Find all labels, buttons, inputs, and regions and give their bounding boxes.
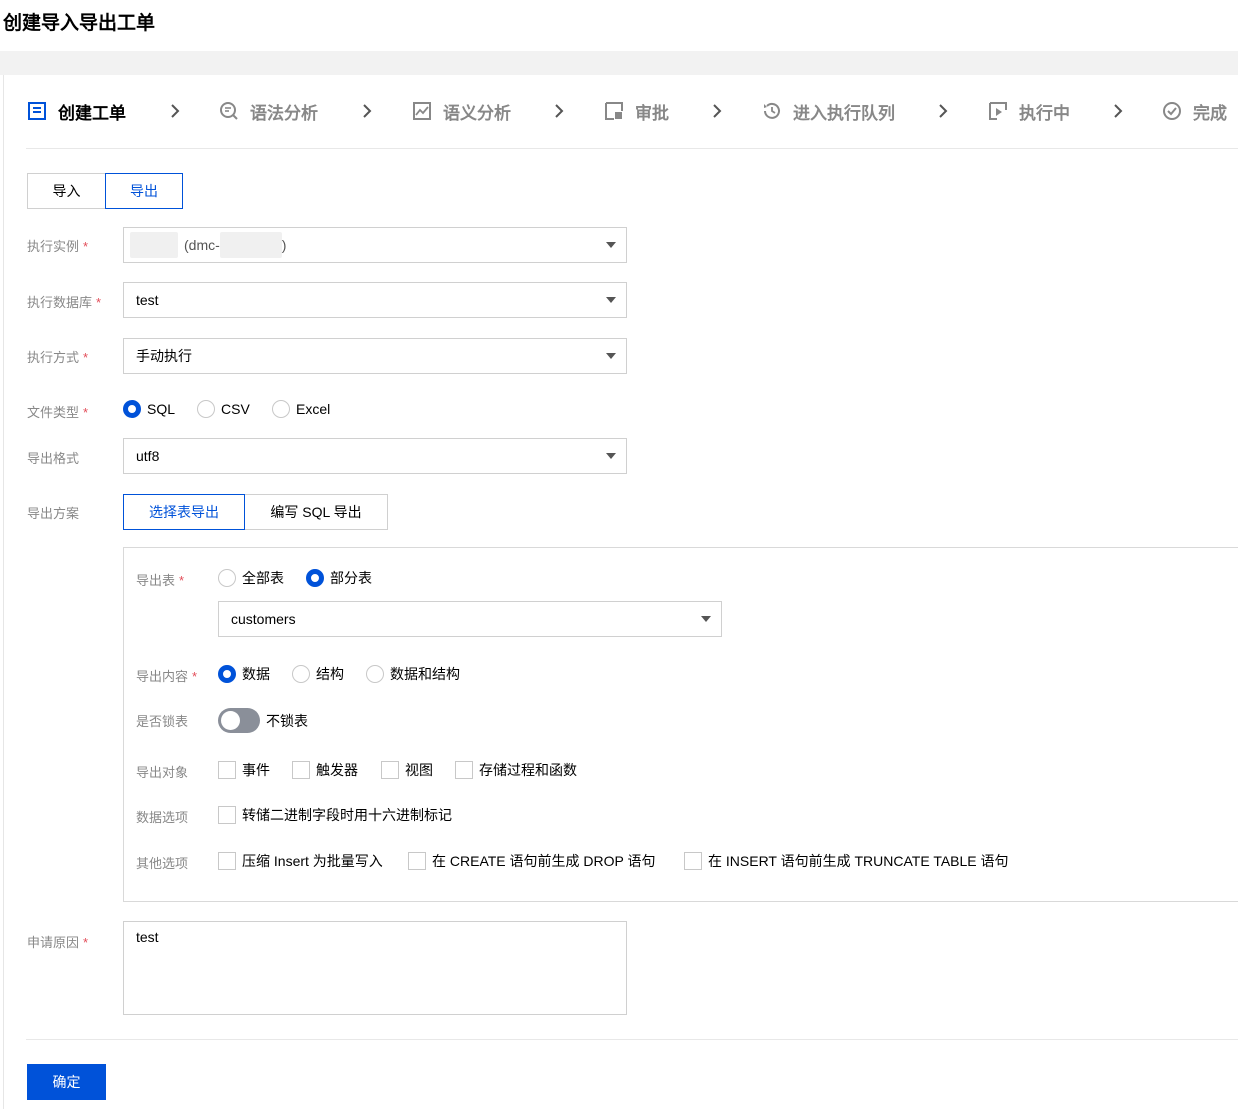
radio-content-structure[interactable]: 结构 (292, 664, 344, 684)
reason-textarea[interactable]: test (123, 921, 627, 1015)
check-circle-icon (1163, 102, 1181, 120)
chevron-right-icon (363, 104, 372, 118)
table-select[interactable]: customers (218, 601, 722, 637)
chevron-right-icon (939, 104, 948, 118)
export-objects-label: 导出对象 (136, 765, 189, 780)
database-label: 执行数据库 * (27, 295, 102, 310)
export-content-label: 导出内容 * (136, 669, 198, 684)
steps-divider (26, 148, 1238, 149)
step-label: 创建工单 (58, 103, 126, 123)
instance-label: 执行实例 * (27, 239, 89, 254)
radio-partial-tables[interactable]: 部分表 (306, 568, 372, 588)
chevron-down-icon (606, 453, 616, 459)
exec-mode-value: 手动执行 (136, 348, 192, 364)
radio-excel[interactable]: Excel (272, 400, 330, 418)
export-format-label: 导出格式 (27, 451, 80, 466)
step-semantic-analysis: 语义分析 (411, 96, 511, 126)
chevron-right-icon (171, 104, 180, 118)
form-icon (28, 102, 46, 120)
step-label: 审批 (635, 103, 669, 123)
chevron-right-icon (713, 104, 722, 118)
chevron-down-icon (606, 297, 616, 303)
steps-bar: 创建工单 语法分析 语义分析 审批 进入执行队列 执行中 完成 (26, 96, 1238, 126)
step-label: 语义分析 (443, 103, 511, 123)
step-executing: 执行中 (987, 96, 1070, 126)
checkbox-views[interactable]: 视图 (381, 760, 433, 780)
approval-icon (605, 102, 623, 120)
radio-sql[interactable]: SQL (123, 400, 175, 418)
play-box-icon (989, 102, 1007, 120)
export-format-value: utf8 (136, 448, 160, 464)
radio-all-tables[interactable]: 全部表 (218, 568, 284, 588)
checkbox-triggers[interactable]: 触发器 (292, 760, 358, 780)
data-options-label: 数据选项 (136, 810, 189, 825)
checkbox-drop-before-create[interactable]: 在 CREATE 语句前生成 DROP 语句 (408, 851, 656, 871)
chevron-right-icon (1114, 104, 1123, 118)
redacted-text (219, 232, 282, 258)
database-value: test (136, 292, 159, 308)
exec-mode-label: 执行方式 * (27, 350, 89, 365)
radio-content-data[interactable]: 数据 (218, 664, 270, 684)
radio-csv[interactable]: CSV (197, 400, 250, 418)
footer-divider (26, 1039, 1238, 1040)
export-format-select[interactable]: utf8 (123, 438, 627, 474)
chevron-right-icon (555, 104, 564, 118)
instance-select[interactable]: (dmc- ) (123, 227, 627, 263)
lock-table-toggle[interactable] (218, 708, 260, 733)
chevron-down-icon (701, 616, 711, 622)
step-create-ticket: 创建工单 (26, 96, 126, 126)
header-divider-band (0, 51, 1238, 75)
export-tables-label: 导出表 * (136, 573, 185, 588)
radio-content-data-and-structure[interactable]: 数据和结构 (366, 664, 460, 684)
page-title: 创建导入导出工单 (3, 13, 156, 34)
redacted-text (130, 232, 178, 258)
instance-value-prefix: (dmc- (184, 237, 220, 253)
table-select-value: customers (231, 611, 296, 627)
step-approval: 审批 (603, 96, 669, 126)
checkbox-batch-insert[interactable]: 压缩 Insert 为批量写入 (218, 851, 383, 871)
checkbox-truncate-before-insert[interactable]: 在 INSERT 语句前生成 TRUNCATE TABLE 语句 (684, 851, 1009, 871)
instance-value-suffix: ) (281, 237, 287, 253)
tab-export[interactable]: 导出 (105, 173, 183, 209)
checkbox-procedures-functions[interactable]: 存储过程和函数 (455, 760, 577, 780)
step-label: 执行中 (1019, 103, 1070, 123)
chevron-down-icon (606, 353, 616, 359)
reason-label: 申请原因 * (27, 935, 89, 950)
tab-select-table-export[interactable]: 选择表导出 (123, 494, 245, 530)
history-icon (764, 102, 780, 119)
lock-table-state: 不锁表 (266, 713, 308, 729)
file-type-label: 文件类型 * (27, 405, 89, 420)
step-label: 语法分析 (250, 103, 318, 123)
tab-import[interactable]: 导入 (27, 173, 106, 209)
step-syntax-analysis: 语法分析 (218, 96, 318, 126)
checkbox-hex-binary[interactable]: 转储二进制字段时用十六进制标记 (218, 805, 452, 825)
step-enter-queue: 进入执行队列 (761, 96, 895, 126)
lock-table-label: 是否锁表 (136, 714, 189, 729)
database-select[interactable]: test (123, 282, 627, 318)
step-done: 完成 (1161, 96, 1227, 126)
exec-mode-select[interactable]: 手动执行 (123, 338, 627, 374)
checkbox-events[interactable]: 事件 (218, 760, 270, 780)
other-options-label: 其他选项 (136, 856, 189, 871)
submit-button[interactable]: 确定 (27, 1064, 106, 1100)
step-label: 完成 (1193, 103, 1227, 123)
chart-image-icon (413, 102, 431, 120)
chevron-down-icon (606, 242, 616, 248)
search-doc-icon (220, 102, 238, 120)
export-plan-label: 导出方案 (27, 506, 80, 521)
tab-write-sql-export[interactable]: 编写 SQL 导出 (244, 494, 388, 530)
step-label: 进入执行队列 (793, 103, 895, 123)
